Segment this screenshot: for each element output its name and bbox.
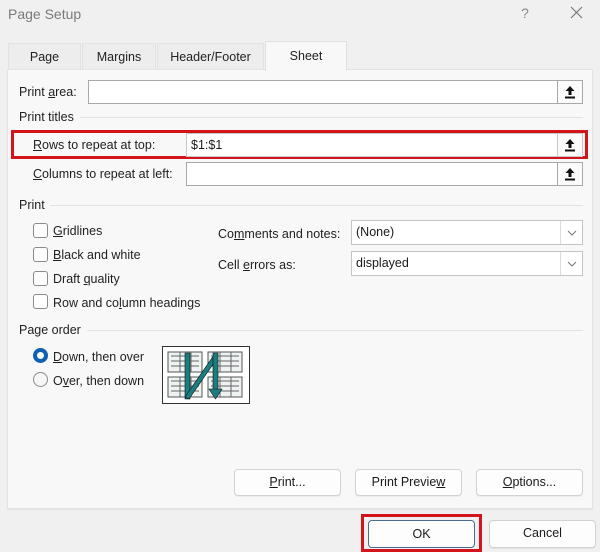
over-then-down-label[interactable]: Over, then down [53,374,144,388]
print-preview-button[interactable]: Print Preview [355,469,462,496]
tab-margins[interactable]: Margins [82,43,156,69]
cell-errors-select[interactable]: displayed [351,251,583,276]
print-divider [50,205,583,206]
close-icon [570,6,583,19]
draft-quality-checkbox[interactable] [33,271,48,286]
collapse-dialog-icon [565,139,575,152]
page-order-divider [87,330,583,331]
print-heading: Print [19,198,45,212]
row-column-headings-label[interactable]: Row and column headings [53,296,200,310]
page-order-preview-icon [162,346,250,404]
rows-collapse-button[interactable] [557,133,583,157]
collapse-dialog-icon [565,86,575,99]
tab-page[interactable]: Page [8,43,81,69]
draft-quality-label[interactable]: Draft quality [53,272,120,286]
dialog-title: Page Setup [8,6,82,22]
print-titles-divider [80,117,583,118]
ok-button[interactable]: OK [368,520,475,548]
rows-to-repeat-label: Rows to repeat at top: [33,138,156,152]
tab-sheet[interactable]: Sheet [265,41,347,71]
rows-to-repeat-input[interactable] [186,133,557,157]
options-button[interactable]: Options... [476,469,583,496]
print-area-collapse-button[interactable] [557,80,583,104]
page-order-heading: Page order [19,323,81,337]
help-button[interactable]: ? [518,5,532,21]
close-button[interactable] [568,3,586,21]
down-then-over-radio[interactable] [33,348,48,363]
columns-to-repeat-input[interactable] [186,162,557,186]
print-area-label: Print area: [19,85,77,99]
columns-collapse-button[interactable] [557,162,583,186]
print-titles-heading: Print titles [19,110,74,124]
cell-errors-label: Cell errors as: [218,258,296,272]
comments-select[interactable]: (None) [351,220,583,245]
collapse-dialog-icon [565,168,575,181]
gridlines-label[interactable]: Gridlines [53,224,102,238]
comments-select-value: (None) [356,225,395,239]
chevron-down-icon [560,252,582,275]
print-area-input[interactable] [88,80,557,104]
black-and-white-label[interactable]: Black and white [53,248,141,262]
columns-to-repeat-label: Columns to repeat at left: [33,167,173,181]
gridlines-checkbox[interactable] [33,223,48,238]
comments-label: Comments and notes: [218,227,341,241]
tab-header-footer[interactable]: Header/Footer [157,43,264,69]
down-then-over-label[interactable]: Down, then over [53,350,144,364]
chevron-down-icon [560,221,582,244]
over-then-down-radio[interactable] [33,372,48,387]
row-column-headings-checkbox[interactable] [33,294,48,309]
print-button[interactable]: Print... [234,469,341,496]
black-and-white-checkbox[interactable] [33,247,48,262]
cancel-button[interactable]: Cancel [489,520,596,548]
cell-errors-select-value: displayed [356,256,409,270]
